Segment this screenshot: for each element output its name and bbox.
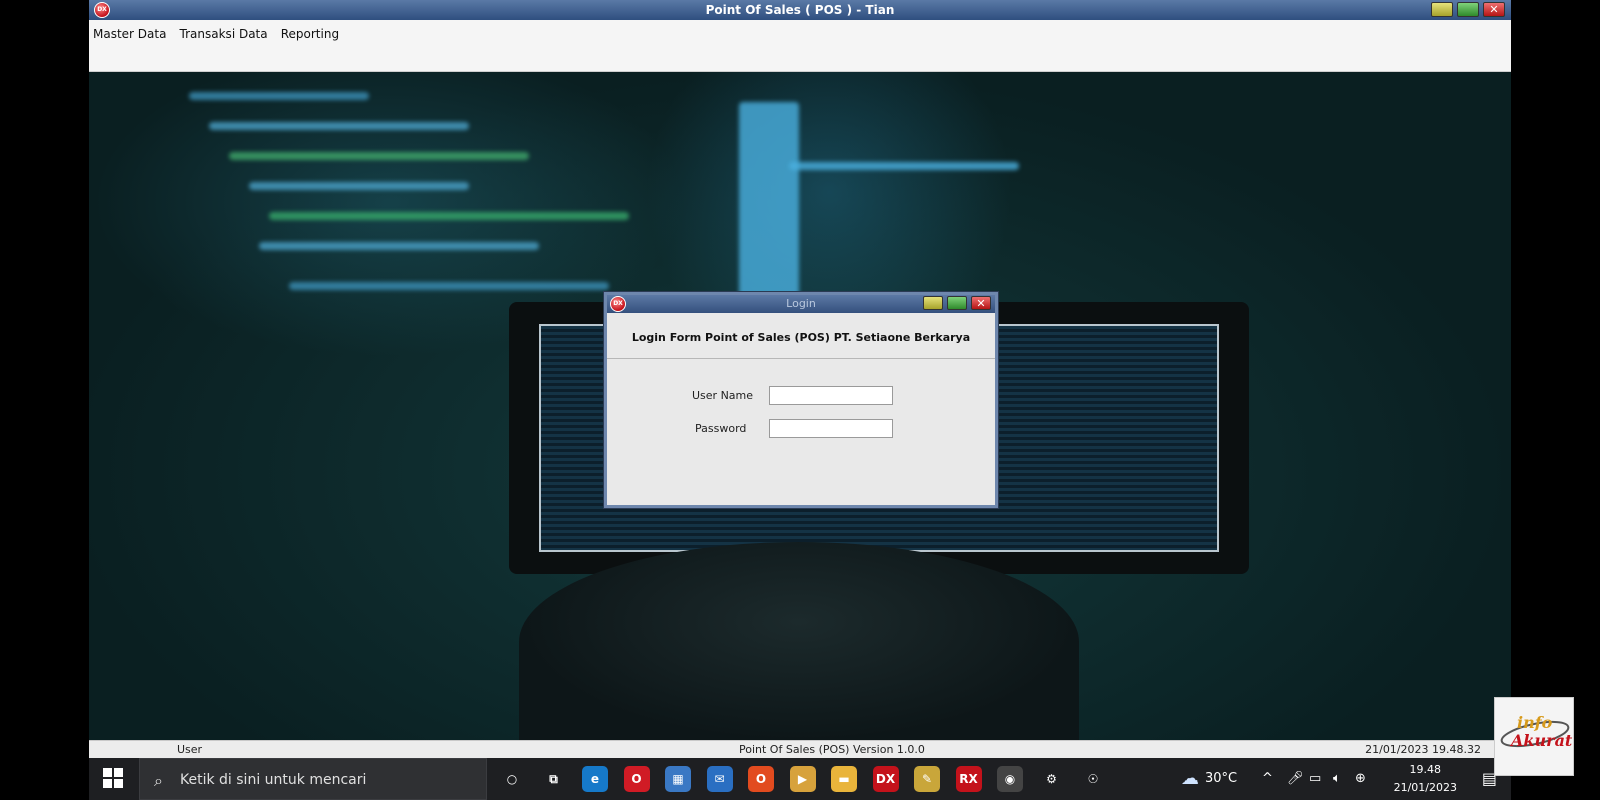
login-form-heading: Login Form Point of Sales (POS) PT. Seti… [607,317,995,359]
username-label: User Name [692,389,754,402]
app-title: Point Of Sales ( POS ) - Tian [705,3,895,17]
task-view-icon[interactable]: ⧉ [541,766,567,792]
explorer-icon[interactable]: ▬ [831,766,857,792]
battery-icon[interactable]: ▭ [1309,758,1321,800]
dialog-minimize-button[interactable] [923,296,943,310]
media-icon[interactable]: ▶ [789,766,816,792]
password-label: Password [695,422,747,435]
status-bar: User Point Of Sales (POS) Version 1.0.0 … [89,740,1511,758]
menu-transaksi-data[interactable]: Transaksi Data [176,23,272,41]
cortana-icon[interactable]: ○ [499,766,525,792]
username-input[interactable] [769,386,893,405]
app-title-bar: DX Point Of Sales ( POS ) - Tian ✕ [89,0,1511,20]
background-code-line [259,242,539,250]
search-placeholder: Ketik di sini untuk mencari [180,772,367,788]
weather-icon[interactable]: ☁ [1181,758,1199,800]
svg-text:Akurat: Akurat [1509,731,1573,750]
edge-icon[interactable]: e [582,766,608,792]
microphone-icon[interactable]: 🎤︎ [1287,758,1304,800]
volume-icon[interactable]: 🔈︎ [1333,758,1341,800]
minimize-button[interactable] [1431,2,1453,17]
screen: DX Point Of Sales ( POS ) - Tian ✕ Maste… [0,0,1600,800]
background-code-line [289,282,609,290]
status-version: Point Of Sales (POS) Version 1.0.0 [739,743,925,756]
background-code-line [189,92,369,100]
background-code-line [269,212,629,220]
svg-text:info: info [1517,713,1553,732]
background-code-line [789,162,1019,170]
people-icon[interactable]: ☉ [1080,766,1106,792]
dialog-close-button[interactable]: ✕ [971,296,991,310]
background-code-line [229,152,529,160]
maximize-button[interactable] [1457,2,1479,17]
notes-icon[interactable]: ✎ [914,766,940,792]
clock-time: 19.48 [1409,763,1442,776]
temperature[interactable]: 30°C [1205,758,1237,800]
network-icon[interactable]: ⊕ [1355,758,1366,800]
login-title-bar: DX Login ✕ [607,295,995,313]
start-button[interactable] [103,768,123,788]
office-icon[interactable]: O [748,766,774,792]
dx-app-icon[interactable]: DX [872,766,899,792]
login-dialog: DX Login ✕ Login Form Point of Sales (PO… [604,292,998,508]
taskbar-search-box[interactable]: ⌕ Ketik di sini untuk mencari [139,758,487,800]
system-clock[interactable]: 19.48 21/01/2023 [1394,761,1457,797]
password-input[interactable] [769,419,893,438]
login-dialog-title: Login [786,297,816,310]
watermark-logo-graphic: info Akurat [1500,713,1573,750]
background-code-line [209,122,469,130]
menu-reporting[interactable]: Reporting [277,23,343,41]
menu-master-data[interactable]: Master Data [89,23,170,41]
settings-icon[interactable]: ⚙ [1039,766,1065,792]
menu-bar: Master Data Transaksi Data Reporting [89,20,1511,72]
status-user: User [177,743,203,756]
dialog-maximize-button[interactable] [947,296,967,310]
dialog-logo-icon: DX [610,296,626,312]
record-icon[interactable]: ◉ [997,766,1023,792]
chevron-up-icon[interactable]: ^ [1262,758,1273,800]
search-icon: ⌕ [154,771,163,790]
status-datetime: 21/01/2023 19.48.32 [1365,743,1481,756]
close-button[interactable]: ✕ [1483,2,1505,17]
mail-icon[interactable]: ✉ [706,766,733,792]
clock-date: 21/01/2023 [1393,781,1457,794]
rx-icon[interactable]: RX [955,766,982,792]
background-person-silhouette [519,542,1079,742]
store-icon[interactable]: ▦ [665,766,691,792]
background-code-column [739,102,799,302]
app-logo-icon: DX [94,2,110,18]
opera-icon[interactable]: O [623,766,650,792]
background-code-line [249,182,469,190]
channel-watermark-logo: info Akurat [1494,697,1574,776]
windows-taskbar: ⌕ Ketik di sini untuk mencari ○ ⧉ e O ▦ ✉ O ▶ ▬ D… [89,758,1511,800]
